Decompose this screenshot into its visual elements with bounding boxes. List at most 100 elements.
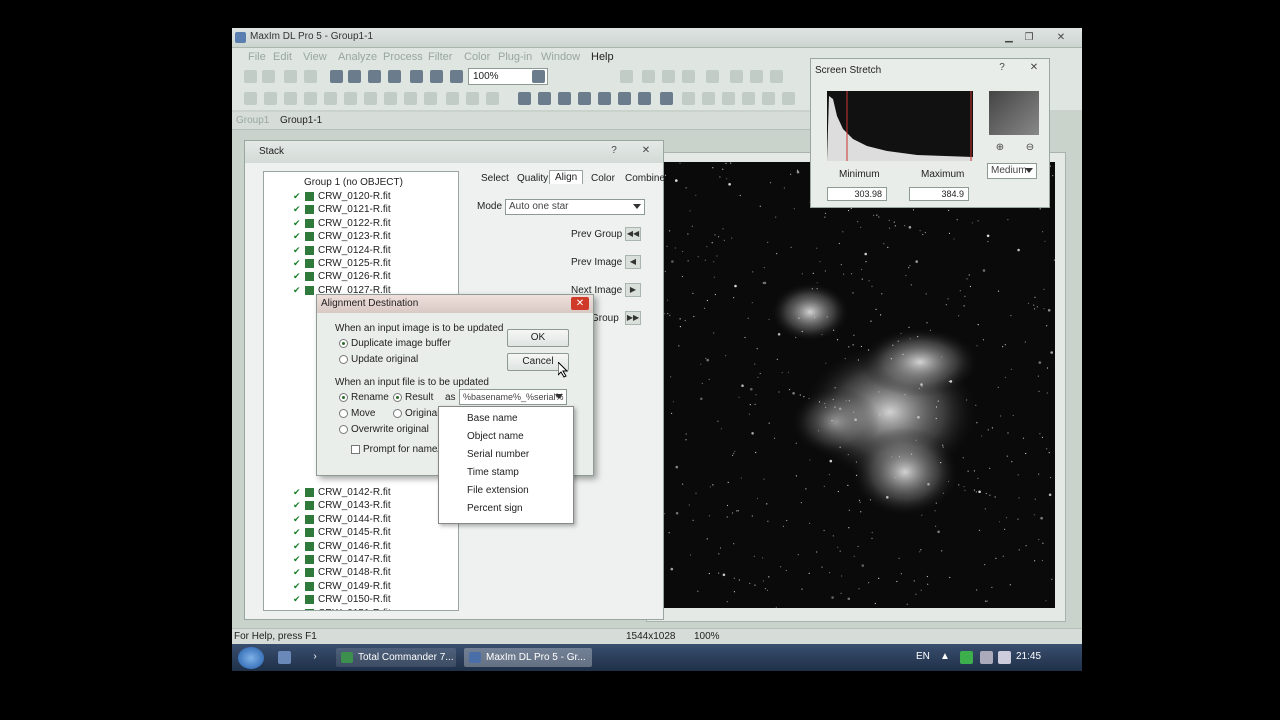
tree-file-row[interactable]: ✔ CRW_0147-R.fit — [264, 553, 458, 566]
save-icon[interactable] — [262, 70, 275, 83]
tab-align[interactable]: Align — [549, 170, 584, 184]
checkmark-icon[interactable]: ✔ — [293, 555, 302, 564]
rename-radio[interactable] — [339, 393, 348, 402]
tool-icon[interactable] — [762, 92, 775, 105]
tool-icon[interactable] — [682, 92, 695, 105]
checkmark-icon[interactable]: ✔ — [293, 232, 302, 241]
rotate-icon[interactable] — [368, 70, 381, 83]
zoom-out-icon[interactable] — [430, 70, 443, 83]
tree-file-row[interactable]: ✔ CRW_0124-R.fit — [264, 244, 458, 257]
tree-file-row[interactable]: ✔ CRW_0146-R.fit — [264, 540, 458, 553]
zoom-in-icon[interactable] — [410, 70, 423, 83]
tree-group-row[interactable]: Group 1 (no OBJECT) — [264, 176, 458, 189]
zoom-out-icon[interactable]: ⊖ — [1021, 141, 1039, 155]
prev-image-button[interactable]: ◀ — [625, 255, 641, 269]
prompt-checkbox[interactable] — [351, 445, 360, 454]
tool-icon[interactable] — [264, 92, 277, 105]
tree-file-row[interactable]: ✔ CRW_0122-R.fit — [264, 217, 458, 230]
tool-icon[interactable] — [770, 70, 783, 83]
play-icon[interactable] — [598, 92, 611, 105]
tree-file-row[interactable]: ✔ CRW_0123-R.fit — [264, 230, 458, 243]
minimum-input[interactable]: 303.98 — [827, 187, 887, 201]
cut-icon[interactable] — [284, 70, 297, 83]
tool-icon[interactable] — [782, 92, 795, 105]
tab-select[interactable]: Select — [481, 173, 509, 184]
tree-file-row[interactable]: ✔ CRW_0143-R.fit — [264, 499, 458, 512]
tool-icon[interactable] — [660, 92, 673, 105]
start-button[interactable] — [238, 647, 264, 669]
language-indicator[interactable]: EN — [916, 651, 930, 662]
tool-icon[interactable] — [578, 92, 591, 105]
tool-icon[interactable] — [620, 70, 633, 83]
dropdown-item-file-extension[interactable]: File extension — [467, 485, 529, 496]
minimize-button[interactable]: ▁ — [1000, 31, 1018, 45]
tree-file-row[interactable]: ✔ CRW_0148-R.fit — [264, 566, 458, 579]
zoom-in-icon[interactable]: ⊕ — [991, 141, 1009, 155]
zoom-fit-icon[interactable] — [450, 70, 463, 83]
flip-icon[interactable] — [388, 70, 401, 83]
task-maxim-dl[interactable]: MaxIm DL Pro 5 - Gr... — [464, 648, 592, 667]
chevron-right-icon[interactable]: › — [306, 650, 324, 664]
checkmark-icon[interactable]: ✔ — [293, 205, 302, 214]
volume-icon[interactable] — [998, 651, 1011, 664]
tab-group1-1[interactable]: Group1-1 — [280, 115, 322, 126]
menu-plugin[interactable]: Plug-in — [498, 51, 532, 63]
rename-pattern-select[interactable]: %basename%_%serial% — [459, 389, 567, 405]
move-radio[interactable] — [339, 409, 348, 418]
tree-file-row[interactable]: ✔ CRW_0149-R.fit — [264, 580, 458, 593]
next-image-button[interactable]: ▶ — [625, 283, 641, 297]
menu-color[interactable]: Color — [464, 51, 490, 63]
original-radio[interactable] — [393, 409, 402, 418]
tool-icon[interactable] — [404, 92, 417, 105]
menu-window[interactable]: Window — [541, 51, 580, 63]
tool-icon[interactable] — [662, 70, 675, 83]
tree-file-row[interactable]: ✔ CRW_0142-R.fit — [264, 486, 458, 499]
tool-icon[interactable] — [706, 70, 719, 83]
tool-icon[interactable] — [284, 92, 297, 105]
dropdown-item-object-name[interactable]: Object name — [467, 431, 524, 442]
tree-file-row[interactable]: ✔ CRW_0120-R.fit — [264, 190, 458, 203]
checkmark-icon[interactable]: ✔ — [293, 218, 302, 228]
tree-file-row[interactable]: ✔ CRW_0144-R.fit — [264, 513, 458, 526]
fit-icon[interactable] — [348, 70, 361, 83]
tool-icon[interactable] — [466, 92, 479, 105]
tool-icon[interactable] — [558, 92, 571, 105]
tool-icon[interactable] — [244, 92, 257, 105]
tool-icon[interactable] — [538, 92, 551, 105]
tab-combine[interactable]: Combine — [625, 173, 665, 184]
checkmark-icon[interactable]: ✔ — [293, 541, 302, 551]
tool-icon[interactable] — [702, 92, 715, 105]
menu-edit[interactable]: Edit — [273, 51, 292, 63]
close-icon[interactable]: ✕ — [571, 297, 589, 310]
close-icon[interactable]: ✕ — [637, 144, 655, 158]
crosshair-icon[interactable] — [532, 70, 545, 83]
checkmark-icon[interactable]: ✔ — [293, 568, 302, 577]
menu-file[interactable]: File — [248, 51, 266, 63]
tray-app-icon[interactable] — [960, 651, 973, 664]
menu-view[interactable]: View — [303, 51, 327, 63]
tool-icon[interactable] — [638, 92, 651, 105]
help-icon[interactable]: ? — [605, 144, 623, 158]
tool-icon[interactable] — [324, 92, 337, 105]
tool-icon[interactable] — [304, 92, 317, 105]
checkmark-icon[interactable]: ✔ — [293, 488, 302, 497]
tool-icon[interactable] — [424, 92, 437, 105]
ok-button[interactable]: OK — [507, 329, 569, 347]
maximum-input[interactable]: 384.9 — [909, 187, 969, 201]
histogram[interactable] — [827, 91, 973, 161]
tool-icon[interactable] — [730, 70, 743, 83]
checkmark-icon[interactable]: ✔ — [293, 192, 302, 201]
dropdown-item-percent-sign[interactable]: Percent sign — [467, 503, 523, 514]
open-icon[interactable] — [244, 70, 257, 83]
duplicate-radio[interactable] — [339, 339, 348, 348]
tool-icon[interactable] — [750, 70, 763, 83]
show-desktop-icon[interactable] — [278, 651, 291, 664]
dropdown-item-base-name[interactable]: Base name — [467, 413, 518, 424]
checkmark-icon[interactable]: ✔ — [293, 595, 302, 604]
menu-process[interactable]: Process — [383, 51, 423, 63]
mode-select[interactable]: Auto one star — [505, 199, 645, 215]
checkmark-icon[interactable]: ✔ — [293, 528, 302, 537]
checkmark-icon[interactable]: ✔ — [293, 514, 302, 524]
checkmark-icon[interactable]: ✔ — [293, 608, 302, 610]
tool-icon[interactable] — [384, 92, 397, 105]
